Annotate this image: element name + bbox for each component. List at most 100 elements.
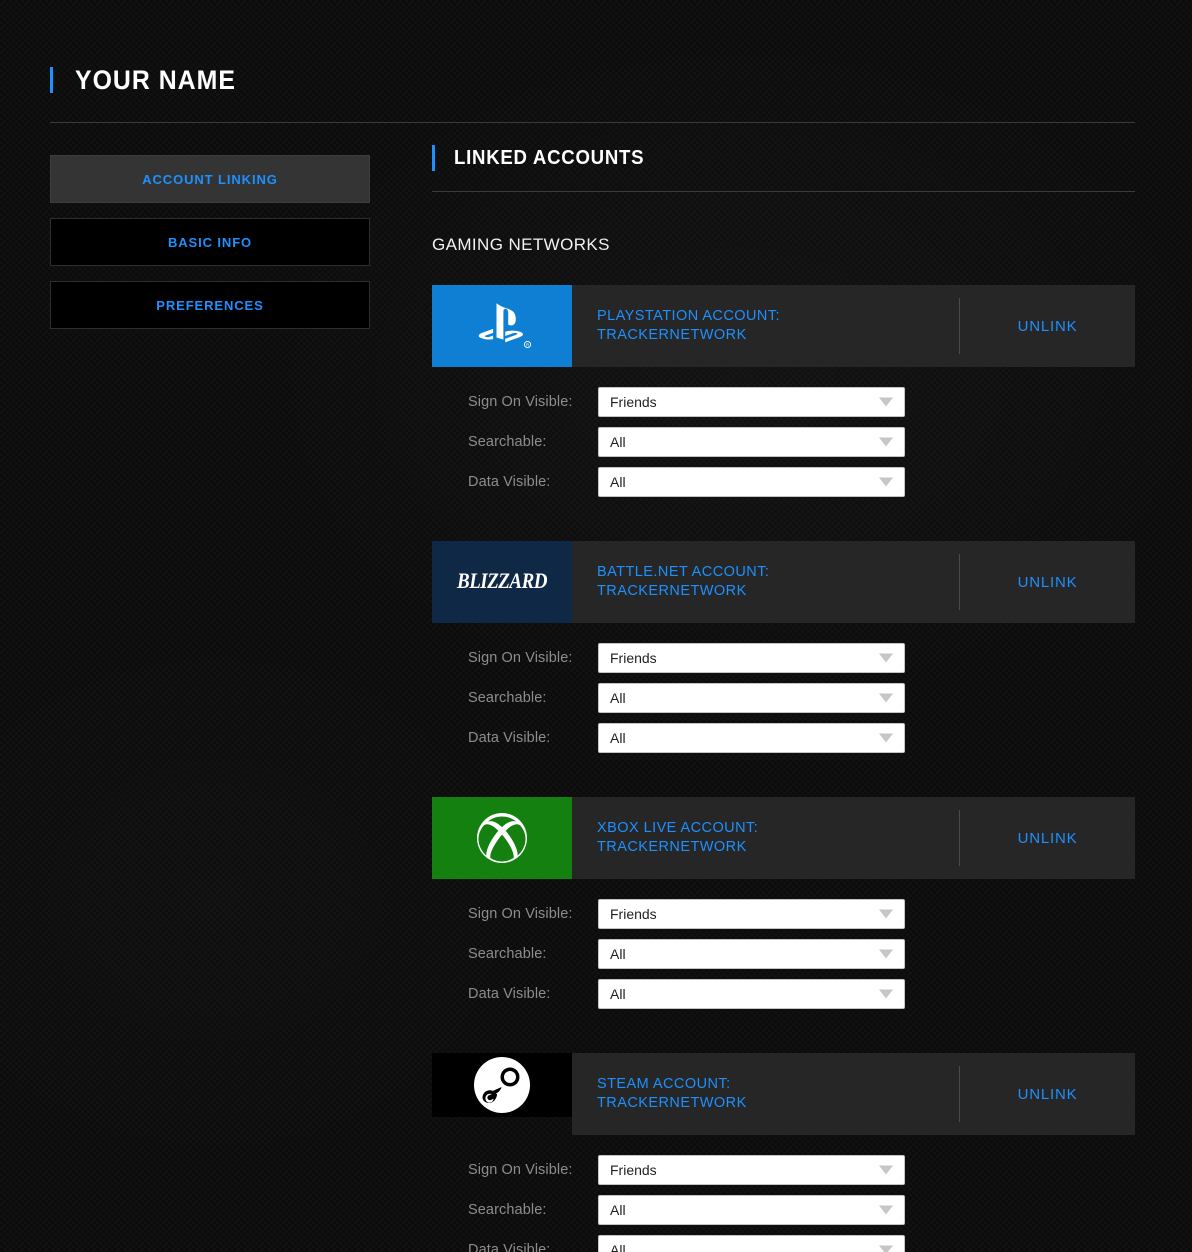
setting-row-data-visible: Data Visible: All bbox=[432, 462, 1135, 502]
setting-label: Sign On Visible: bbox=[468, 394, 573, 410]
setting-label: Sign On Visible: bbox=[468, 906, 573, 922]
setting-label: Data Visible: bbox=[468, 474, 551, 490]
setting-label: Searchable: bbox=[468, 690, 547, 706]
select-value[interactable]: All bbox=[598, 467, 905, 497]
unlink-cell: UNLINK bbox=[960, 314, 1135, 339]
blizzard-logo-icon: BLIZZARD bbox=[432, 541, 572, 623]
account-row: XBOX LIVE ACCOUNT: TRACKERNETWORK UNLINK bbox=[432, 797, 1135, 879]
select-value[interactable]: All bbox=[598, 979, 905, 1009]
select-value[interactable]: Friends bbox=[598, 899, 905, 929]
account-labels: PLAYSTATION ACCOUNT: TRACKERNETWORK bbox=[572, 307, 959, 345]
header-divider bbox=[50, 122, 1135, 123]
setting-label: Searchable: bbox=[468, 434, 547, 450]
account-type-label: PLAYSTATION ACCOUNT: bbox=[597, 307, 781, 324]
account-row-body: PLAYSTATION ACCOUNT: TRACKERNETWORK UNLI… bbox=[572, 285, 1135, 367]
account-block-battlenet: BLIZZARD BATTLE.NET ACCOUNT: TRACKERNETW… bbox=[432, 541, 1135, 758]
steam-logo-icon bbox=[432, 1053, 572, 1117]
account-block-steam: STEAM ACCOUNT: TRACKERNETWORK UNLINK Sig… bbox=[432, 1053, 1135, 1252]
setting-row-searchable: Searchable: All bbox=[432, 934, 1135, 974]
account-type-label: BATTLE.NET ACCOUNT: bbox=[597, 563, 770, 580]
setting-row-data-visible: Data Visible: All bbox=[432, 718, 1135, 758]
data-visible-select[interactable]: All bbox=[598, 1235, 905, 1252]
select-value[interactable]: All bbox=[598, 1235, 905, 1252]
setting-row-sign-on-visible: Sign On Visible: Friends bbox=[432, 894, 1135, 934]
sidebar-item-preferences[interactable]: PREFERENCES bbox=[50, 281, 370, 329]
account-settings: Sign On Visible: Friends Searchable: All bbox=[432, 367, 1135, 502]
account-block-playstation: R PLAYSTATION ACCOUNT: TRACKERNETWORK UN… bbox=[432, 285, 1135, 502]
select-value[interactable]: Friends bbox=[598, 387, 905, 417]
blizzard-wordmark: BLIZZARD bbox=[457, 569, 547, 594]
sign-on-visible-select[interactable]: Friends bbox=[598, 899, 905, 929]
unlink-cell: UNLINK bbox=[960, 570, 1135, 595]
sidebar-item-label: ACCOUNT LINKING bbox=[142, 171, 278, 187]
accent-bar-icon bbox=[432, 145, 435, 171]
unlink-button[interactable]: UNLINK bbox=[1012, 570, 1084, 595]
select-value[interactable]: All bbox=[598, 723, 905, 753]
account-labels: XBOX LIVE ACCOUNT: TRACKERNETWORK bbox=[572, 819, 959, 857]
setting-row-searchable: Searchable: All bbox=[432, 678, 1135, 718]
unlink-cell: UNLINK bbox=[960, 1082, 1135, 1107]
setting-row-sign-on-visible: Sign On Visible: Friends bbox=[432, 382, 1135, 422]
select-value[interactable]: Friends bbox=[598, 643, 905, 673]
account-handle-label: TRACKERNETWORK bbox=[597, 583, 747, 599]
unlink-cell: UNLINK bbox=[960, 826, 1135, 851]
account-labels: BATTLE.NET ACCOUNT: TRACKERNETWORK bbox=[572, 563, 959, 601]
setting-row-data-visible: Data Visible: All bbox=[432, 974, 1135, 1014]
sidebar-item-label: BASIC INFO bbox=[167, 234, 253, 250]
account-labels: STEAM ACCOUNT: TRACKERNETWORK bbox=[572, 1075, 959, 1113]
account-row: STEAM ACCOUNT: TRACKERNETWORK UNLINK bbox=[432, 1053, 1135, 1135]
select-value[interactable]: Friends bbox=[598, 1155, 905, 1185]
select-value[interactable]: All bbox=[598, 683, 905, 713]
account-handle-label: TRACKERNETWORK bbox=[597, 1095, 747, 1111]
account-type-label: STEAM ACCOUNT: bbox=[597, 1075, 731, 1092]
select-value[interactable]: All bbox=[598, 1195, 905, 1225]
account-row: BLIZZARD BATTLE.NET ACCOUNT: TRACKERNETW… bbox=[432, 541, 1135, 623]
xbox-logo-icon bbox=[432, 797, 572, 879]
searchable-select[interactable]: All bbox=[598, 1195, 905, 1225]
unlink-button[interactable]: UNLINK bbox=[1012, 1082, 1084, 1107]
unlink-button[interactable]: UNLINK bbox=[1012, 826, 1084, 851]
setting-label: Sign On Visible: bbox=[468, 1162, 573, 1178]
setting-row-searchable: Searchable: All bbox=[432, 1190, 1135, 1230]
setting-label: Data Visible: bbox=[468, 986, 551, 1002]
page-title-row: YOUR NAME bbox=[50, 58, 1135, 102]
data-visible-select[interactable]: All bbox=[598, 467, 905, 497]
account-handle-label: TRACKERNETWORK bbox=[597, 327, 747, 343]
account-row: R PLAYSTATION ACCOUNT: TRACKERNETWORK UN… bbox=[432, 285, 1135, 367]
setting-label: Searchable: bbox=[468, 946, 547, 962]
section-divider bbox=[432, 191, 1135, 192]
select-value[interactable]: All bbox=[598, 939, 905, 969]
account-handle-label: TRACKERNETWORK bbox=[597, 839, 747, 855]
sign-on-visible-select[interactable]: Friends bbox=[598, 387, 905, 417]
accent-bar-icon bbox=[50, 67, 53, 93]
setting-label: Data Visible: bbox=[468, 730, 551, 746]
sidebar-item-basic-info[interactable]: BASIC INFO bbox=[50, 218, 370, 266]
sign-on-visible-select[interactable]: Friends bbox=[598, 643, 905, 673]
searchable-select[interactable]: All bbox=[598, 683, 905, 713]
account-settings: Sign On Visible: Friends Searchable: All bbox=[432, 623, 1135, 758]
data-visible-select[interactable]: All bbox=[598, 723, 905, 753]
select-value[interactable]: All bbox=[598, 427, 905, 457]
setting-row-searchable: Searchable: All bbox=[432, 422, 1135, 462]
playstation-logo-icon: R bbox=[432, 285, 572, 367]
sidebar-nav: ACCOUNT LINKING BASIC INFO PREFERENCES bbox=[50, 155, 370, 344]
linked-accounts-list: R PLAYSTATION ACCOUNT: TRACKERNETWORK UN… bbox=[432, 285, 1135, 1252]
main-content: LINKED ACCOUNTS GAMING NETWORKS R PLAYST… bbox=[432, 142, 1135, 1252]
setting-label: Data Visible: bbox=[468, 1242, 551, 1252]
searchable-select[interactable]: All bbox=[598, 427, 905, 457]
setting-row-data-visible: Data Visible: All bbox=[432, 1230, 1135, 1252]
svg-text:R: R bbox=[526, 342, 529, 347]
sign-on-visible-select[interactable]: Friends bbox=[598, 1155, 905, 1185]
sidebar-item-label: PREFERENCES bbox=[156, 297, 264, 313]
data-visible-select[interactable]: All bbox=[598, 979, 905, 1009]
account-row-body: BATTLE.NET ACCOUNT: TRACKERNETWORK UNLIN… bbox=[572, 541, 1135, 623]
account-row-body: XBOX LIVE ACCOUNT: TRACKERNETWORK UNLINK bbox=[572, 797, 1135, 879]
sidebar-item-account-linking[interactable]: ACCOUNT LINKING bbox=[50, 155, 370, 203]
setting-row-sign-on-visible: Sign On Visible: Friends bbox=[432, 1150, 1135, 1190]
searchable-select[interactable]: All bbox=[598, 939, 905, 969]
setting-label: Sign On Visible: bbox=[468, 650, 573, 666]
unlink-button[interactable]: UNLINK bbox=[1012, 314, 1084, 339]
setting-row-sign-on-visible: Sign On Visible: Friends bbox=[432, 638, 1135, 678]
account-settings: Sign On Visible: Friends Searchable: All bbox=[432, 1135, 1135, 1252]
section-title-row: LINKED ACCOUNTS bbox=[432, 142, 1135, 174]
